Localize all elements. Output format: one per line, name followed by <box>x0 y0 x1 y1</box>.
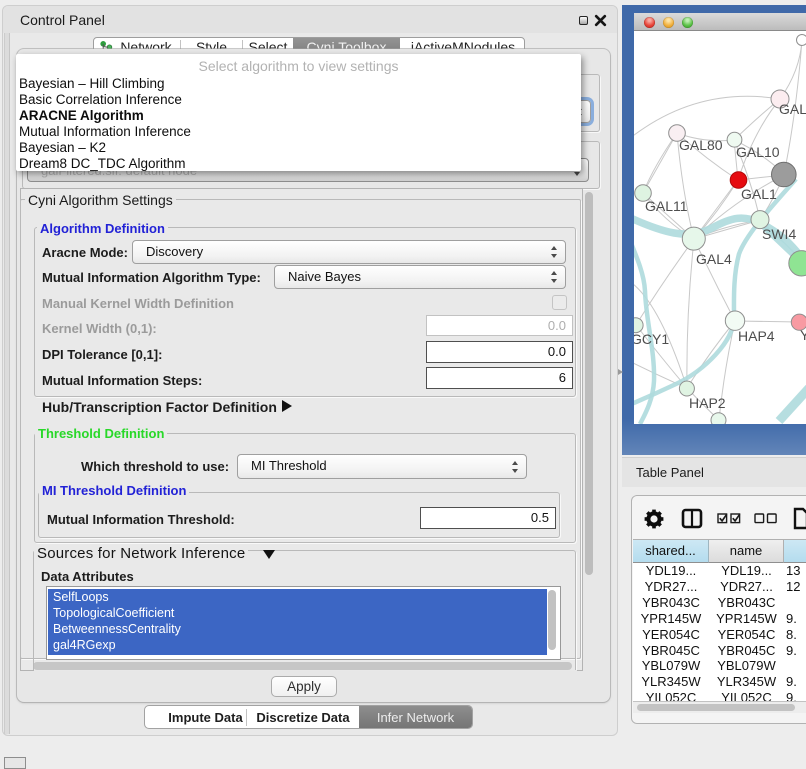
svg-text:GCY1: GCY1 <box>634 331 669 347</box>
svg-text:HAP4: HAP4 <box>738 328 775 344</box>
svg-text:GAL11: GAL11 <box>645 198 688 214</box>
svg-text:HAP2: HAP2 <box>689 395 726 411</box>
svg-text:GAL10: GAL10 <box>736 144 780 160</box>
svg-text:Y: Y <box>800 327 806 343</box>
svg-text:GAL: GAL <box>779 101 806 117</box>
svg-text:SWI4: SWI4 <box>762 226 796 242</box>
svg-text:GAL1: GAL1 <box>741 186 777 202</box>
svg-text:GAL80: GAL80 <box>679 137 723 153</box>
svg-text:GAL4: GAL4 <box>696 251 732 267</box>
